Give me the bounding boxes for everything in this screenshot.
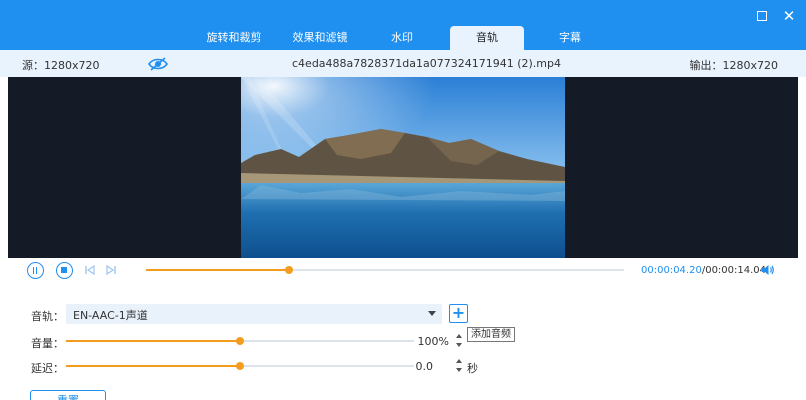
video-preview	[8, 77, 798, 258]
playback-progress-fill	[146, 269, 289, 271]
skip-forward-icon[interactable]	[105, 264, 117, 276]
info-bar: 源：1280x720 c4eda488a7828371da1a077324171…	[0, 50, 806, 77]
current-time: 00:00:04.20	[641, 265, 702, 276]
volume-slider-fill	[66, 340, 240, 342]
source-resolution: 源：1280x720	[22, 59, 100, 72]
decrease-icon[interactable]	[456, 368, 462, 372]
maximize-icon[interactable]	[754, 8, 770, 24]
playback-progress-handle[interactable]	[285, 266, 293, 274]
eye-icon[interactable]	[148, 56, 168, 72]
volume-label: 音量：	[31, 337, 64, 350]
pause-icon[interactable]	[27, 262, 44, 279]
time-display: 00:00:04.20/00:00:14.04	[641, 265, 766, 276]
audio-track-label: 音轨：	[31, 310, 64, 323]
reset-button[interactable]: 重置	[30, 390, 106, 400]
increase-icon[interactable]	[456, 334, 462, 338]
volume-slider-track[interactable]	[240, 340, 414, 342]
delay-label: 延迟：	[31, 362, 64, 375]
decrease-icon[interactable]	[456, 343, 462, 347]
volume-stepper[interactable]	[455, 333, 464, 349]
tab-subtitle[interactable]: 字幕	[540, 26, 600, 50]
skip-back-icon[interactable]	[84, 264, 96, 276]
chevron-down-icon	[428, 311, 436, 316]
delay-stepper[interactable]	[455, 358, 464, 374]
increase-icon[interactable]	[456, 359, 462, 363]
volume-value[interactable]: 100%	[404, 335, 449, 348]
delay-value[interactable]: 0.0	[404, 360, 434, 373]
delay-slider-fill	[66, 365, 240, 367]
volume-slider-handle[interactable]	[236, 337, 244, 345]
volume-icon[interactable]	[761, 263, 775, 277]
tab-effects-filters[interactable]: 效果和滤镜	[282, 26, 358, 50]
delay-slider-track[interactable]	[240, 365, 414, 367]
delay-slider-handle[interactable]	[236, 362, 244, 370]
tab-rotate-crop[interactable]: 旋转和裁剪	[196, 26, 272, 50]
stop-icon[interactable]	[56, 262, 73, 279]
file-name: c4eda488a7828371da1a077324171941 (2).mp4	[292, 57, 561, 70]
playback-progress-bar[interactable]	[146, 266, 624, 274]
tab-bar: ✕ 旋转和裁剪 效果和滤镜 水印 音轨 字幕	[0, 0, 806, 50]
delay-unit: 秒	[467, 362, 478, 375]
audio-track-select[interactable]: EN-AAC-1声道	[66, 304, 442, 324]
tab-watermark[interactable]: 水印	[372, 26, 432, 50]
add-audio-tooltip: 添加音频	[467, 327, 515, 342]
total-time: 00:00:14.04	[705, 265, 767, 276]
add-audio-button[interactable]: +	[449, 304, 468, 323]
audio-track-value: EN-AAC-1声道	[73, 309, 148, 322]
close-icon[interactable]: ✕	[781, 8, 797, 24]
tab-audio-track[interactable]: 音轨	[450, 26, 524, 50]
video-frame	[241, 77, 565, 258]
output-resolution: 输出：1280x720	[689, 59, 779, 72]
